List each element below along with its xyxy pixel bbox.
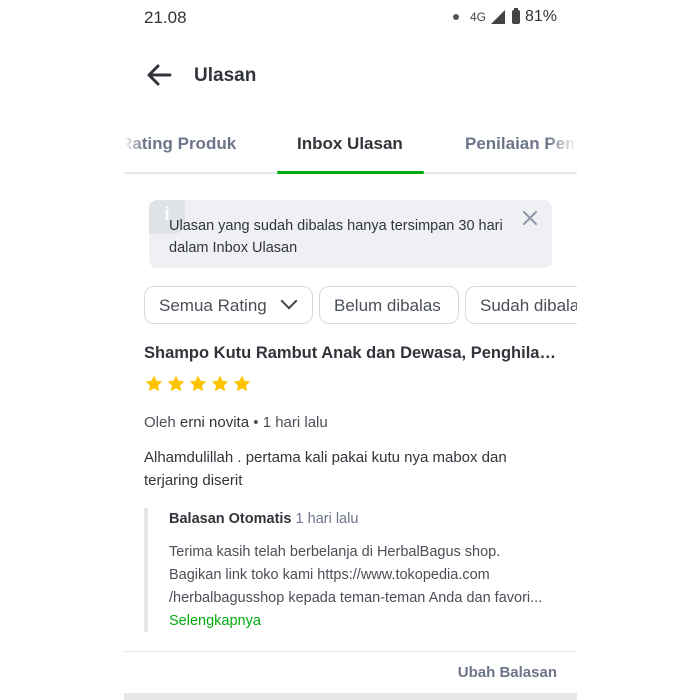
battery-level: 81% bbox=[524, 8, 557, 25]
byline-prefix: Oleh bbox=[144, 414, 176, 431]
filter-sudah-dibalas[interactable]: Sudah dibalas bbox=[465, 286, 577, 324]
read-more-link[interactable]: Selengkapnya bbox=[169, 613, 261, 629]
screen: 21.08 4G 81% Ulasan Rating Produk Inbox … bbox=[124, 0, 577, 700]
star-icon bbox=[167, 375, 185, 392]
reviewer-name: erni novita bbox=[179, 414, 250, 431]
filter-label: Semua Rating bbox=[159, 296, 267, 315]
notification-dot-icon bbox=[452, 14, 459, 20]
signal-icon bbox=[490, 10, 505, 24]
filter-label: Sudah dibalas bbox=[480, 296, 577, 315]
battery-icon bbox=[511, 8, 520, 24]
filter-semua-rating[interactable]: Semua Rating bbox=[144, 286, 313, 324]
reply-header: Balasan Otomatis 1 hari lalu bbox=[169, 511, 358, 527]
review-time: 1 hari lalu bbox=[262, 414, 328, 431]
info-banner: i Ulasan yang sudah dibalas hanya tersim… bbox=[149, 200, 552, 268]
section-separator bbox=[124, 693, 577, 700]
product-name[interactable]: Shampo Kutu Rambut Anak dan Dewasa, Peng… bbox=[144, 344, 564, 363]
review-text: Alhamdulillah . pertama kali pakai kutu … bbox=[144, 449, 507, 489]
arrow-left-icon[interactable] bbox=[144, 60, 174, 90]
star-icon bbox=[233, 375, 251, 392]
tab-bar: Rating Produk Inbox Ulasan Penilaian Pem… bbox=[124, 126, 577, 174]
filter-label: Belum dibalas bbox=[334, 296, 441, 315]
network-label: 4G bbox=[469, 10, 486, 24]
review-byline: Oleh erni novita • 1 hari lalu bbox=[144, 414, 328, 431]
divider bbox=[124, 651, 577, 652]
star-icon bbox=[211, 375, 229, 392]
edit-reply-button[interactable]: Ubah Balasan bbox=[458, 664, 557, 681]
reply-text: Terima kasih telah berbelanja di HerbalB… bbox=[169, 544, 543, 606]
tab-inbox-ulasan[interactable]: Inbox Ulasan bbox=[297, 134, 403, 154]
seller-reply: Balasan Otomatis 1 hari lalu Terima kasi… bbox=[144, 508, 558, 632]
filter-belum-dibalas[interactable]: Belum dibalas bbox=[319, 286, 459, 324]
star-rating bbox=[144, 374, 252, 394]
reply-body: Terima kasih telah berbelanja di HerbalB… bbox=[169, 541, 549, 633]
reply-title: Balasan Otomatis bbox=[169, 511, 292, 527]
page-title: Ulasan bbox=[194, 65, 257, 86]
chevron-down-icon bbox=[280, 292, 298, 310]
status-icons: 4G 81% bbox=[452, 8, 557, 26]
info-text: Ulasan yang sudah dibalas hanya tersimpa… bbox=[169, 218, 503, 256]
status-time: 21.08 bbox=[144, 8, 187, 27]
status-bar: 21.08 4G 81% bbox=[144, 8, 557, 30]
active-tab-indicator bbox=[277, 171, 424, 174]
app-header: Ulasan bbox=[124, 54, 577, 98]
star-icon bbox=[189, 375, 207, 392]
star-icon bbox=[145, 375, 163, 392]
close-icon[interactable] bbox=[520, 208, 540, 228]
reply-time: 1 hari lalu bbox=[295, 511, 359, 527]
